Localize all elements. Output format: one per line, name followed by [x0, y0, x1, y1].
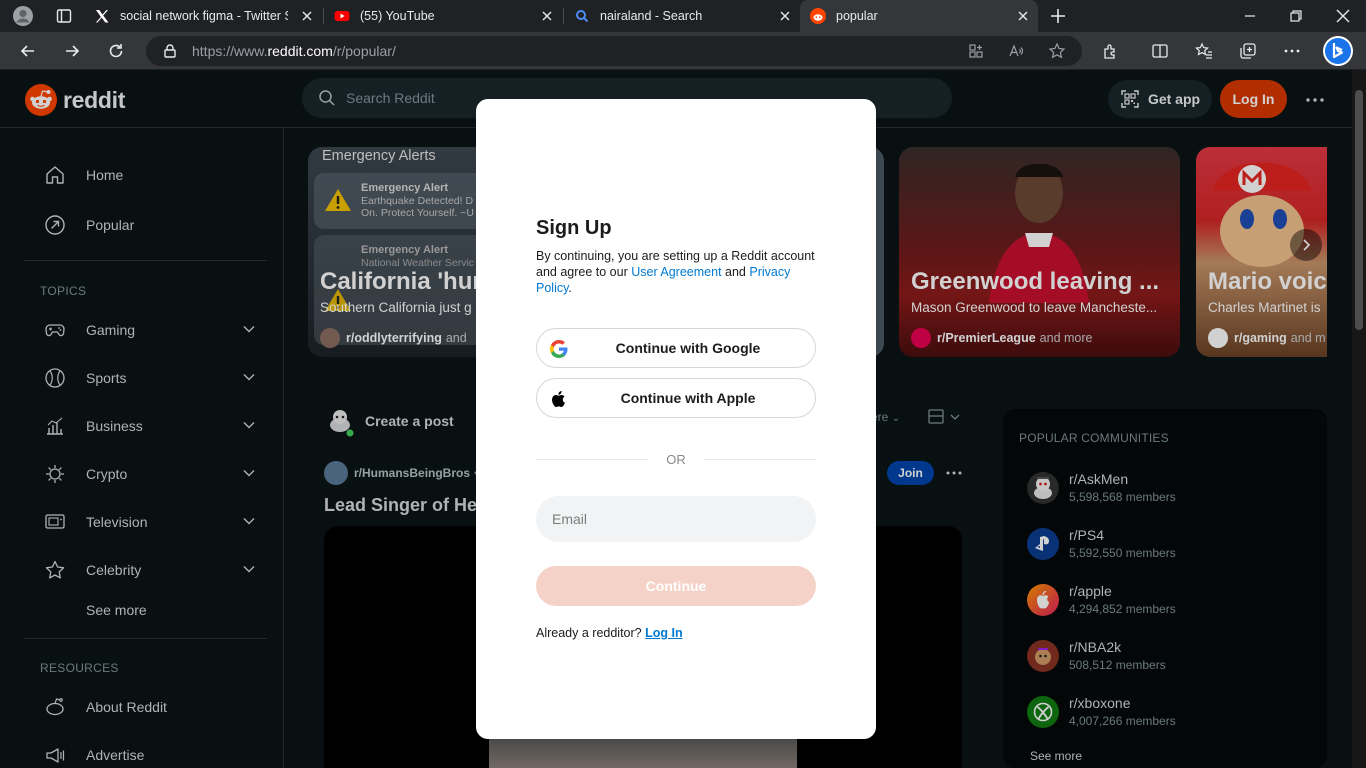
modal-title: Sign Up [536, 217, 612, 239]
tab-title: social network figma - Twitter Se [120, 9, 288, 23]
forward-icon[interactable] [62, 41, 82, 61]
tab-reddit-popular[interactable]: popular [800, 0, 1038, 32]
lock-icon[interactable] [162, 43, 178, 59]
new-tab-icon[interactable] [1048, 6, 1068, 26]
or-label: OR [666, 451, 686, 467]
already-redditor: Already a redditor? Log In [536, 626, 683, 640]
apple-button-label: Continue with Apple [620, 390, 756, 406]
tab-nairaland-search[interactable]: nairaland - Search [564, 0, 800, 32]
email-placeholder: Email [552, 511, 588, 527]
read-aloud-icon[interactable] [1008, 43, 1024, 59]
tab-actions-button[interactable] [46, 0, 78, 32]
extensions-icon[interactable] [1101, 41, 1121, 61]
scrollbar-thumb[interactable] [1355, 90, 1363, 330]
page-scrollbar[interactable] [1352, 70, 1366, 768]
user-agreement-link[interactable]: User Agreement [631, 265, 721, 279]
browser-toolbar: https://www. reddit.com/r/popular/ [0, 32, 1366, 70]
already-text: Already a redditor? [536, 626, 646, 640]
browser-tab-bar: social network figma - Twitter Se (55) Y… [0, 0, 1366, 32]
continue-with-google-button[interactable]: Continue with Google [536, 328, 816, 368]
bing-copilot-icon[interactable] [1322, 35, 1354, 67]
address-bar[interactable]: https://www. reddit.com/r/popular/ [146, 36, 1082, 66]
favorite-star-icon[interactable] [1048, 42, 1066, 60]
restore-icon[interactable] [1286, 6, 1306, 26]
close-tab-icon[interactable] [540, 9, 554, 23]
close-tab-icon[interactable] [300, 9, 314, 23]
reddit-icon [810, 8, 826, 24]
youtube-icon [334, 11, 350, 21]
email-field[interactable]: Email [536, 496, 816, 542]
tab-title: (55) YouTube [360, 9, 435, 23]
favorites-icon[interactable] [1194, 41, 1214, 61]
url-prefix: https://www. [192, 43, 268, 59]
tab-actions-icon [56, 9, 72, 23]
tab-title: popular [836, 9, 878, 23]
search-icon [576, 10, 589, 23]
modal-description: By continuing, you are setting up a Redd… [536, 248, 826, 296]
close-window-icon[interactable] [1333, 6, 1353, 26]
close-tab-icon[interactable] [1016, 9, 1030, 23]
back-icon[interactable] [18, 41, 38, 61]
or-divider: OR [536, 450, 816, 468]
url-path: /r/popular/ [332, 43, 396, 59]
app-available-icon[interactable] [968, 43, 984, 59]
profile-icon [13, 6, 33, 26]
continue-button[interactable]: Continue [536, 566, 816, 606]
continue-with-apple-button[interactable]: Continue with Apple [536, 378, 816, 418]
period-text: . [568, 281, 572, 295]
tab-twitter[interactable]: social network figma - Twitter Se [84, 0, 322, 32]
google-button-label: Continue with Google [615, 340, 761, 356]
settings-more-icon[interactable] [1282, 41, 1302, 61]
modal-login-link[interactable]: Log In [645, 626, 683, 640]
tab-title: nairaland - Search [600, 9, 703, 23]
split-screen-icon[interactable] [1150, 41, 1170, 61]
url-domain: reddit.com [267, 43, 333, 59]
x-logo-icon [95, 10, 109, 23]
minimize-icon[interactable] [1240, 6, 1260, 26]
sign-up-modal: Sign Up By continuing, you are setting u… [476, 99, 876, 739]
tab-youtube[interactable]: (55) YouTube [324, 0, 562, 32]
profile-button[interactable] [0, 0, 44, 32]
collections-icon[interactable] [1238, 41, 1258, 61]
close-tab-icon[interactable] [778, 9, 792, 23]
refresh-icon[interactable] [106, 41, 126, 61]
and-text: and [721, 265, 750, 279]
